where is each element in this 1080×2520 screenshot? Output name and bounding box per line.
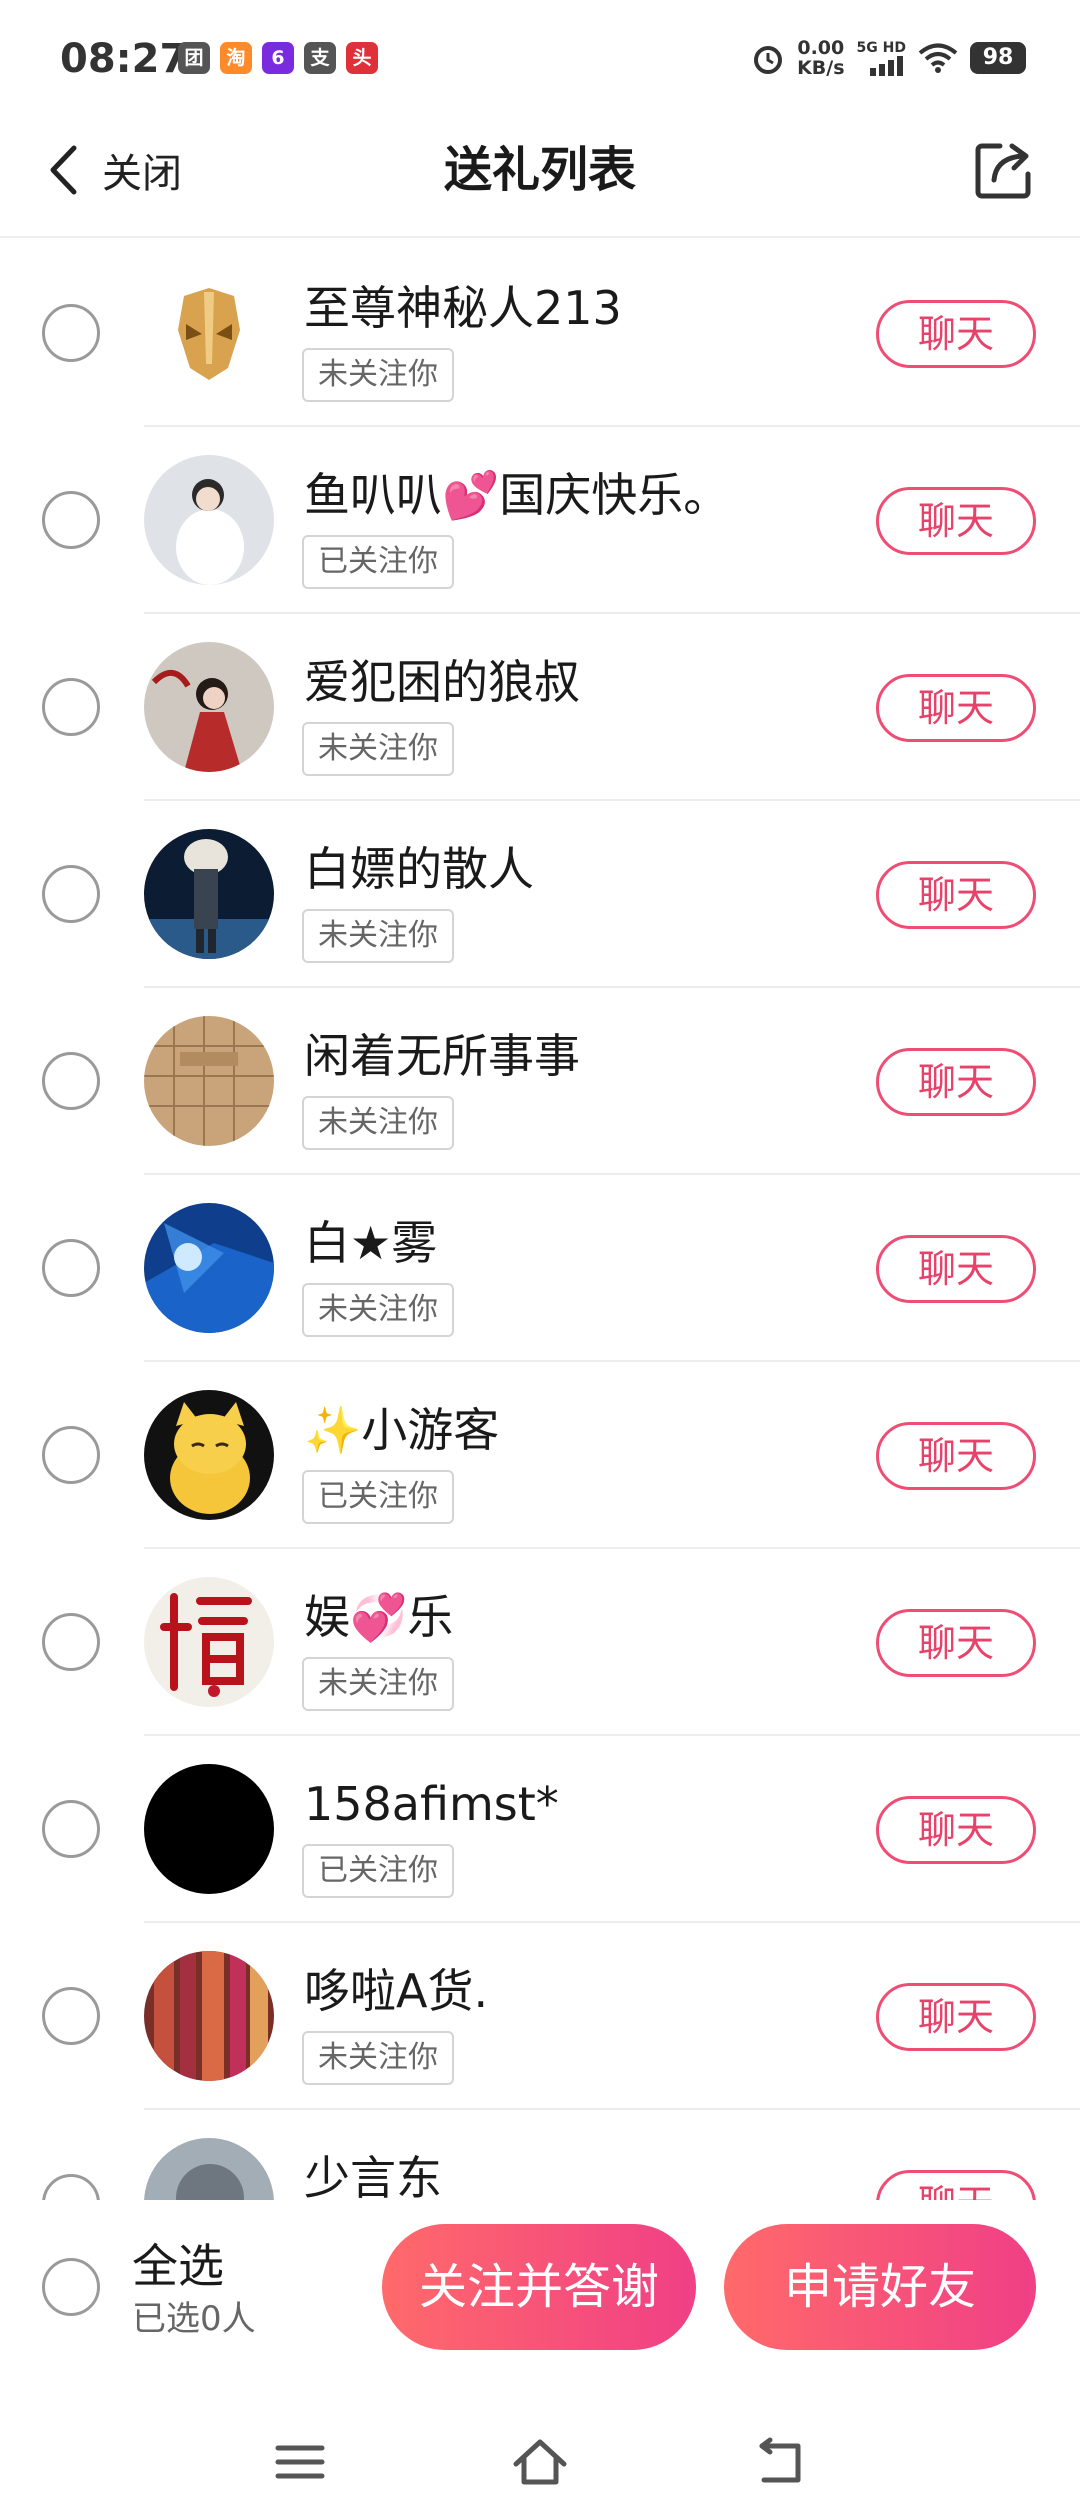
avatar[interactable] [144, 1951, 274, 2081]
follow-status-tag: 未关注你 [302, 1283, 454, 1337]
follow-status-tag: 已关注你 [302, 1844, 454, 1898]
apply-friend-button[interactable]: 申请好友 [724, 2224, 1036, 2350]
select-radio[interactable] [42, 678, 100, 736]
avatar[interactable] [144, 1016, 274, 1146]
taobao-app-icon: 淘 [220, 42, 252, 74]
user-name: 哆啦A货. [304, 1964, 489, 2018]
select-radio[interactable] [42, 2174, 100, 2200]
list-item: 闲着无所事事 未关注你 聊天 [0, 988, 1080, 1175]
list-item: 至尊神秘人213 未关注你 聊天 [0, 240, 1080, 427]
follow-status-tag: 未关注你 [302, 348, 454, 402]
network-gen-label: 5G HD [856, 40, 906, 56]
alarm-icon [754, 46, 783, 74]
chat-button[interactable]: 聊天 [876, 1235, 1036, 1303]
follow-status-tag: 未关注你 [302, 722, 454, 776]
list-item: 哆啦A货. 未关注你 聊天 [0, 1923, 1080, 2110]
follow-status-tag: 已关注你 [302, 535, 454, 589]
meituan-app-icon: 团 [178, 42, 210, 74]
menu-icon[interactable] [270, 2432, 330, 2492]
chat-button[interactable]: 聊天 [876, 1609, 1036, 1677]
status-time: 08:27 [60, 36, 188, 82]
avatar[interactable] [144, 1203, 274, 1333]
net-speed: 0.00 KB/s [797, 38, 844, 78]
share-icon[interactable] [972, 138, 1036, 202]
toutiao-app-icon: 头 [346, 42, 378, 74]
status-bar: 08:27 团 淘 6 支 头 0.00 KB/s 5G HD 98 [0, 0, 1080, 120]
avatar[interactable] [144, 1577, 274, 1707]
back-icon[interactable] [750, 2432, 810, 2492]
list-item: 白嫖的散人 未关注你 聊天 [0, 801, 1080, 988]
net-speed-unit: KB/s [797, 57, 845, 79]
bottom-action-bar: 全选 已选0人 关注并答谢 申请好友 [0, 2210, 1080, 2370]
battery-icon: 98 [970, 42, 1026, 74]
avatar[interactable] [144, 1764, 274, 1894]
follow-status-tag: 未关注你 [302, 2031, 454, 2085]
list-item: 爱犯困的狼叔 未关注你 聊天 [0, 614, 1080, 801]
user-name: ✨小游客 [304, 1403, 500, 1457]
status-app-icons: 团 淘 6 支 头 [178, 42, 378, 74]
avatar[interactable] [144, 455, 274, 585]
user-name: 鱼叭叭💕国庆快乐。 [304, 468, 730, 522]
user-name: 爱犯困的狼叔 [304, 655, 580, 709]
home-icon[interactable] [510, 2432, 570, 2492]
user-name: 娱💞乐 [304, 1590, 454, 1644]
avatar[interactable] [144, 2138, 274, 2200]
chat-button[interactable]: 聊天 [876, 674, 1036, 742]
wifi-icon [918, 43, 958, 73]
user-name: 至尊神秘人213 [304, 281, 622, 335]
signal-icon [870, 56, 903, 76]
select-radio[interactable] [42, 1613, 100, 1671]
list-item: 158afimst* 已关注你 聊天 [0, 1736, 1080, 1923]
header: 关闭 送礼列表 [0, 120, 1080, 238]
six-app-icon: 6 [262, 42, 294, 74]
list-item: ✨小游客 已关注你 聊天 [0, 1362, 1080, 1549]
select-radio[interactable] [42, 491, 100, 549]
select-all-label[interactable]: 全选 [132, 2238, 224, 2294]
user-name: 白嫖的散人 [304, 842, 534, 896]
avatar[interactable] [144, 1390, 274, 1520]
list-item: 鱼叭叭💕国庆快乐。 已关注你 聊天 [0, 427, 1080, 614]
chat-button[interactable]: 聊天 [876, 487, 1036, 555]
follow-status-tag: 未关注你 [302, 909, 454, 963]
user-name: 闲着无所事事 [304, 1029, 580, 1083]
follow-and-thank-button[interactable]: 关注并答谢 [382, 2224, 696, 2350]
page-title: 送礼列表 [443, 142, 636, 198]
list-item: 白★雾 未关注你 聊天 [0, 1175, 1080, 1362]
chat-button[interactable]: 聊天 [876, 1983, 1036, 2051]
user-name: 白★雾 [304, 1216, 438, 1270]
follow-status-tag: 未关注你 [302, 1657, 454, 1711]
select-radio[interactable] [42, 1426, 100, 1484]
chat-button[interactable]: 聊天 [876, 300, 1036, 368]
chat-button[interactable]: 聊天 [876, 1422, 1036, 1490]
alipay-app-icon: 支 [304, 42, 336, 74]
avatar[interactable] [144, 829, 274, 959]
user-name: 少言东 [304, 2151, 442, 2200]
avatar[interactable] [144, 268, 274, 398]
select-radio[interactable] [42, 1987, 100, 2045]
select-radio[interactable] [42, 1052, 100, 1110]
list-item: 少言东 聊天 [0, 2110, 1080, 2200]
user-name: 158afimst* [304, 1777, 559, 1831]
chat-button[interactable]: 聊天 [876, 861, 1036, 929]
select-radio[interactable] [42, 1800, 100, 1858]
avatar[interactable] [144, 642, 274, 772]
chat-button[interactable]: 聊天 [876, 1048, 1036, 1116]
select-radio[interactable] [42, 1239, 100, 1297]
list-item: 娱💞乐 未关注你 聊天 [0, 1549, 1080, 1736]
select-all-radio[interactable] [42, 2258, 100, 2316]
chat-button[interactable]: 聊天 [876, 1796, 1036, 1864]
system-nav-bar [0, 2400, 1080, 2520]
gift-list: 至尊神秘人213 未关注你 聊天 鱼叭叭💕国庆快乐。 已关注你 聊天 爱犯困的狼… [0, 240, 1080, 2200]
status-right: 0.00 KB/s 5G HD 98 [751, 38, 1026, 78]
select-radio[interactable] [42, 304, 100, 362]
net-speed-value: 0.00 [797, 37, 845, 59]
selected-count: 已选0人 [132, 2299, 256, 2339]
chat-button[interactable]: 聊天 [876, 2170, 1036, 2200]
select-radio[interactable] [42, 865, 100, 923]
follow-status-tag: 未关注你 [302, 1096, 454, 1150]
follow-status-tag: 已关注你 [302, 1470, 454, 1524]
